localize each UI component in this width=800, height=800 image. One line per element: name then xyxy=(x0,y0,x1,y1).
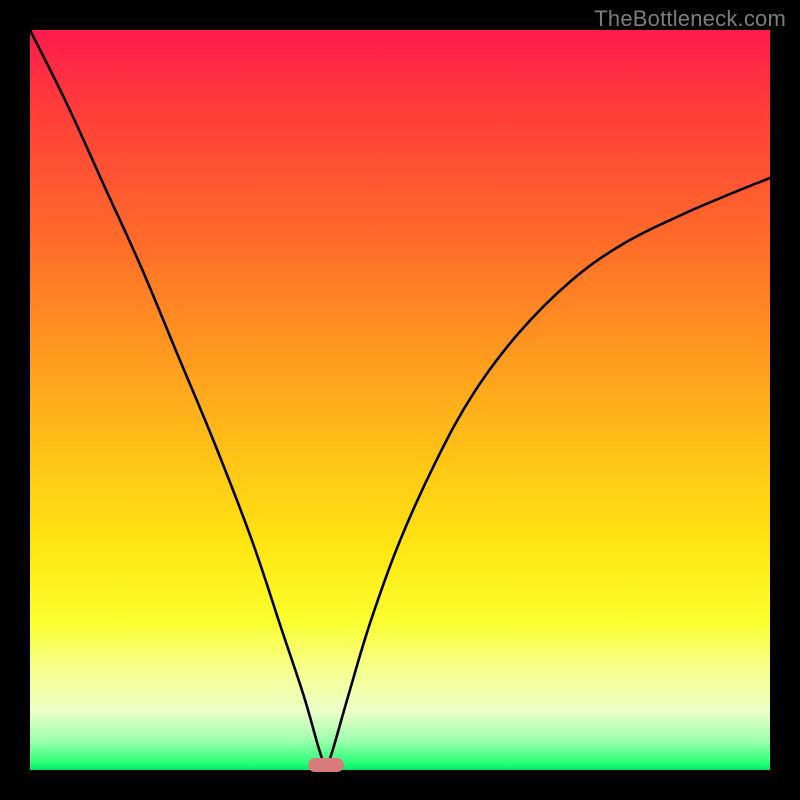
chart-frame: TheBottleneck.com xyxy=(0,0,800,800)
watermark-text: TheBottleneck.com xyxy=(594,6,786,32)
optimum-marker xyxy=(308,758,344,772)
bottleneck-curve xyxy=(30,30,770,770)
plot-area xyxy=(30,30,770,770)
